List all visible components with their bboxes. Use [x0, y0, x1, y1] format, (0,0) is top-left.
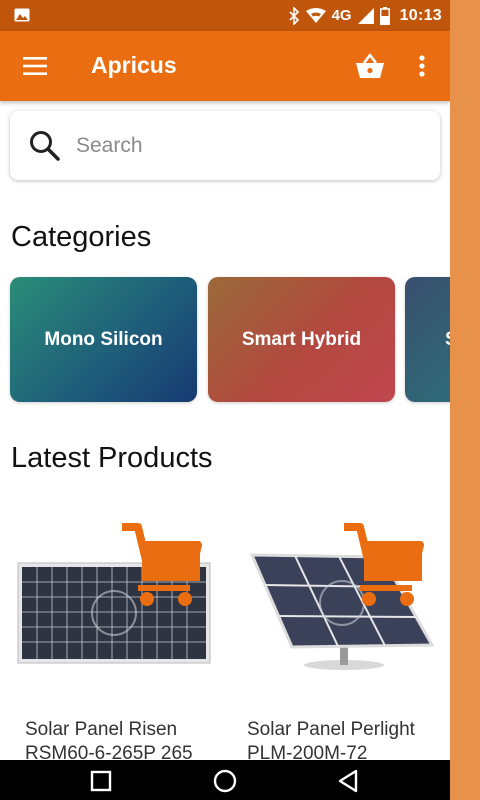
clock: 10:13: [399, 6, 442, 24]
categories-heading: Categories: [11, 221, 152, 253]
battery-icon: [379, 6, 390, 25]
status-bar: 4G 10:13: [0, 0, 450, 31]
network-type: 4G: [331, 7, 352, 24]
product-card[interactable]: Solar Panel Risen RSM60-6-265P 265: [10, 505, 228, 765]
more-options-button[interactable]: [410, 51, 434, 83]
categories-carousel[interactable]: Mono Silicon Smart Hybrid S: [10, 277, 450, 402]
product-name: Solar Panel Risen RSM60-6-265P 265: [25, 719, 193, 764]
category-card-mono-silicon[interactable]: Mono Silicon: [10, 277, 197, 402]
menu-icon: [23, 57, 47, 75]
app-screen: 4G 10:13 Apricus Search Categories Mono …: [0, 0, 450, 800]
category-label: S: [445, 329, 450, 351]
solar-panel-image: [17, 523, 211, 664]
recent-apps-icon[interactable]: [88, 768, 114, 794]
product-card[interactable]: Solar Panel Perlight PLM-200M-72: [232, 505, 450, 765]
app-bar: Apricus: [0, 31, 450, 101]
bluetooth-icon: [288, 6, 299, 25]
cart-button[interactable]: [352, 51, 388, 83]
product-list: Solar Panel Risen RSM60-6-265P 265 Solar…: [0, 505, 450, 765]
latest-products-heading: Latest Products: [11, 442, 213, 474]
basket-icon: [356, 53, 384, 78]
status-icons: 4G 10:13: [288, 0, 442, 31]
solar-panel-image: [249, 523, 435, 670]
product-name: Solar Panel Perlight PLM-200M-72: [247, 719, 415, 764]
home-icon[interactable]: [212, 768, 238, 794]
category-label: Mono Silicon: [44, 328, 163, 350]
app-title: Apricus: [91, 52, 177, 78]
search-input[interactable]: [76, 125, 426, 167]
search-bar[interactable]: [10, 111, 440, 180]
image-icon: [14, 8, 30, 22]
more-vert-icon: [419, 55, 425, 77]
system-nav-bar: [0, 760, 450, 800]
menu-button[interactable]: [17, 51, 53, 81]
category-card-partial[interactable]: S: [405, 277, 450, 402]
category-card-smart-hybrid[interactable]: Smart Hybrid: [208, 277, 395, 402]
wifi-icon: [305, 7, 326, 23]
back-icon[interactable]: [336, 768, 362, 794]
signal-icon: [357, 7, 374, 24]
search-icon: [30, 131, 60, 161]
category-label: Smart Hybrid: [241, 328, 362, 350]
